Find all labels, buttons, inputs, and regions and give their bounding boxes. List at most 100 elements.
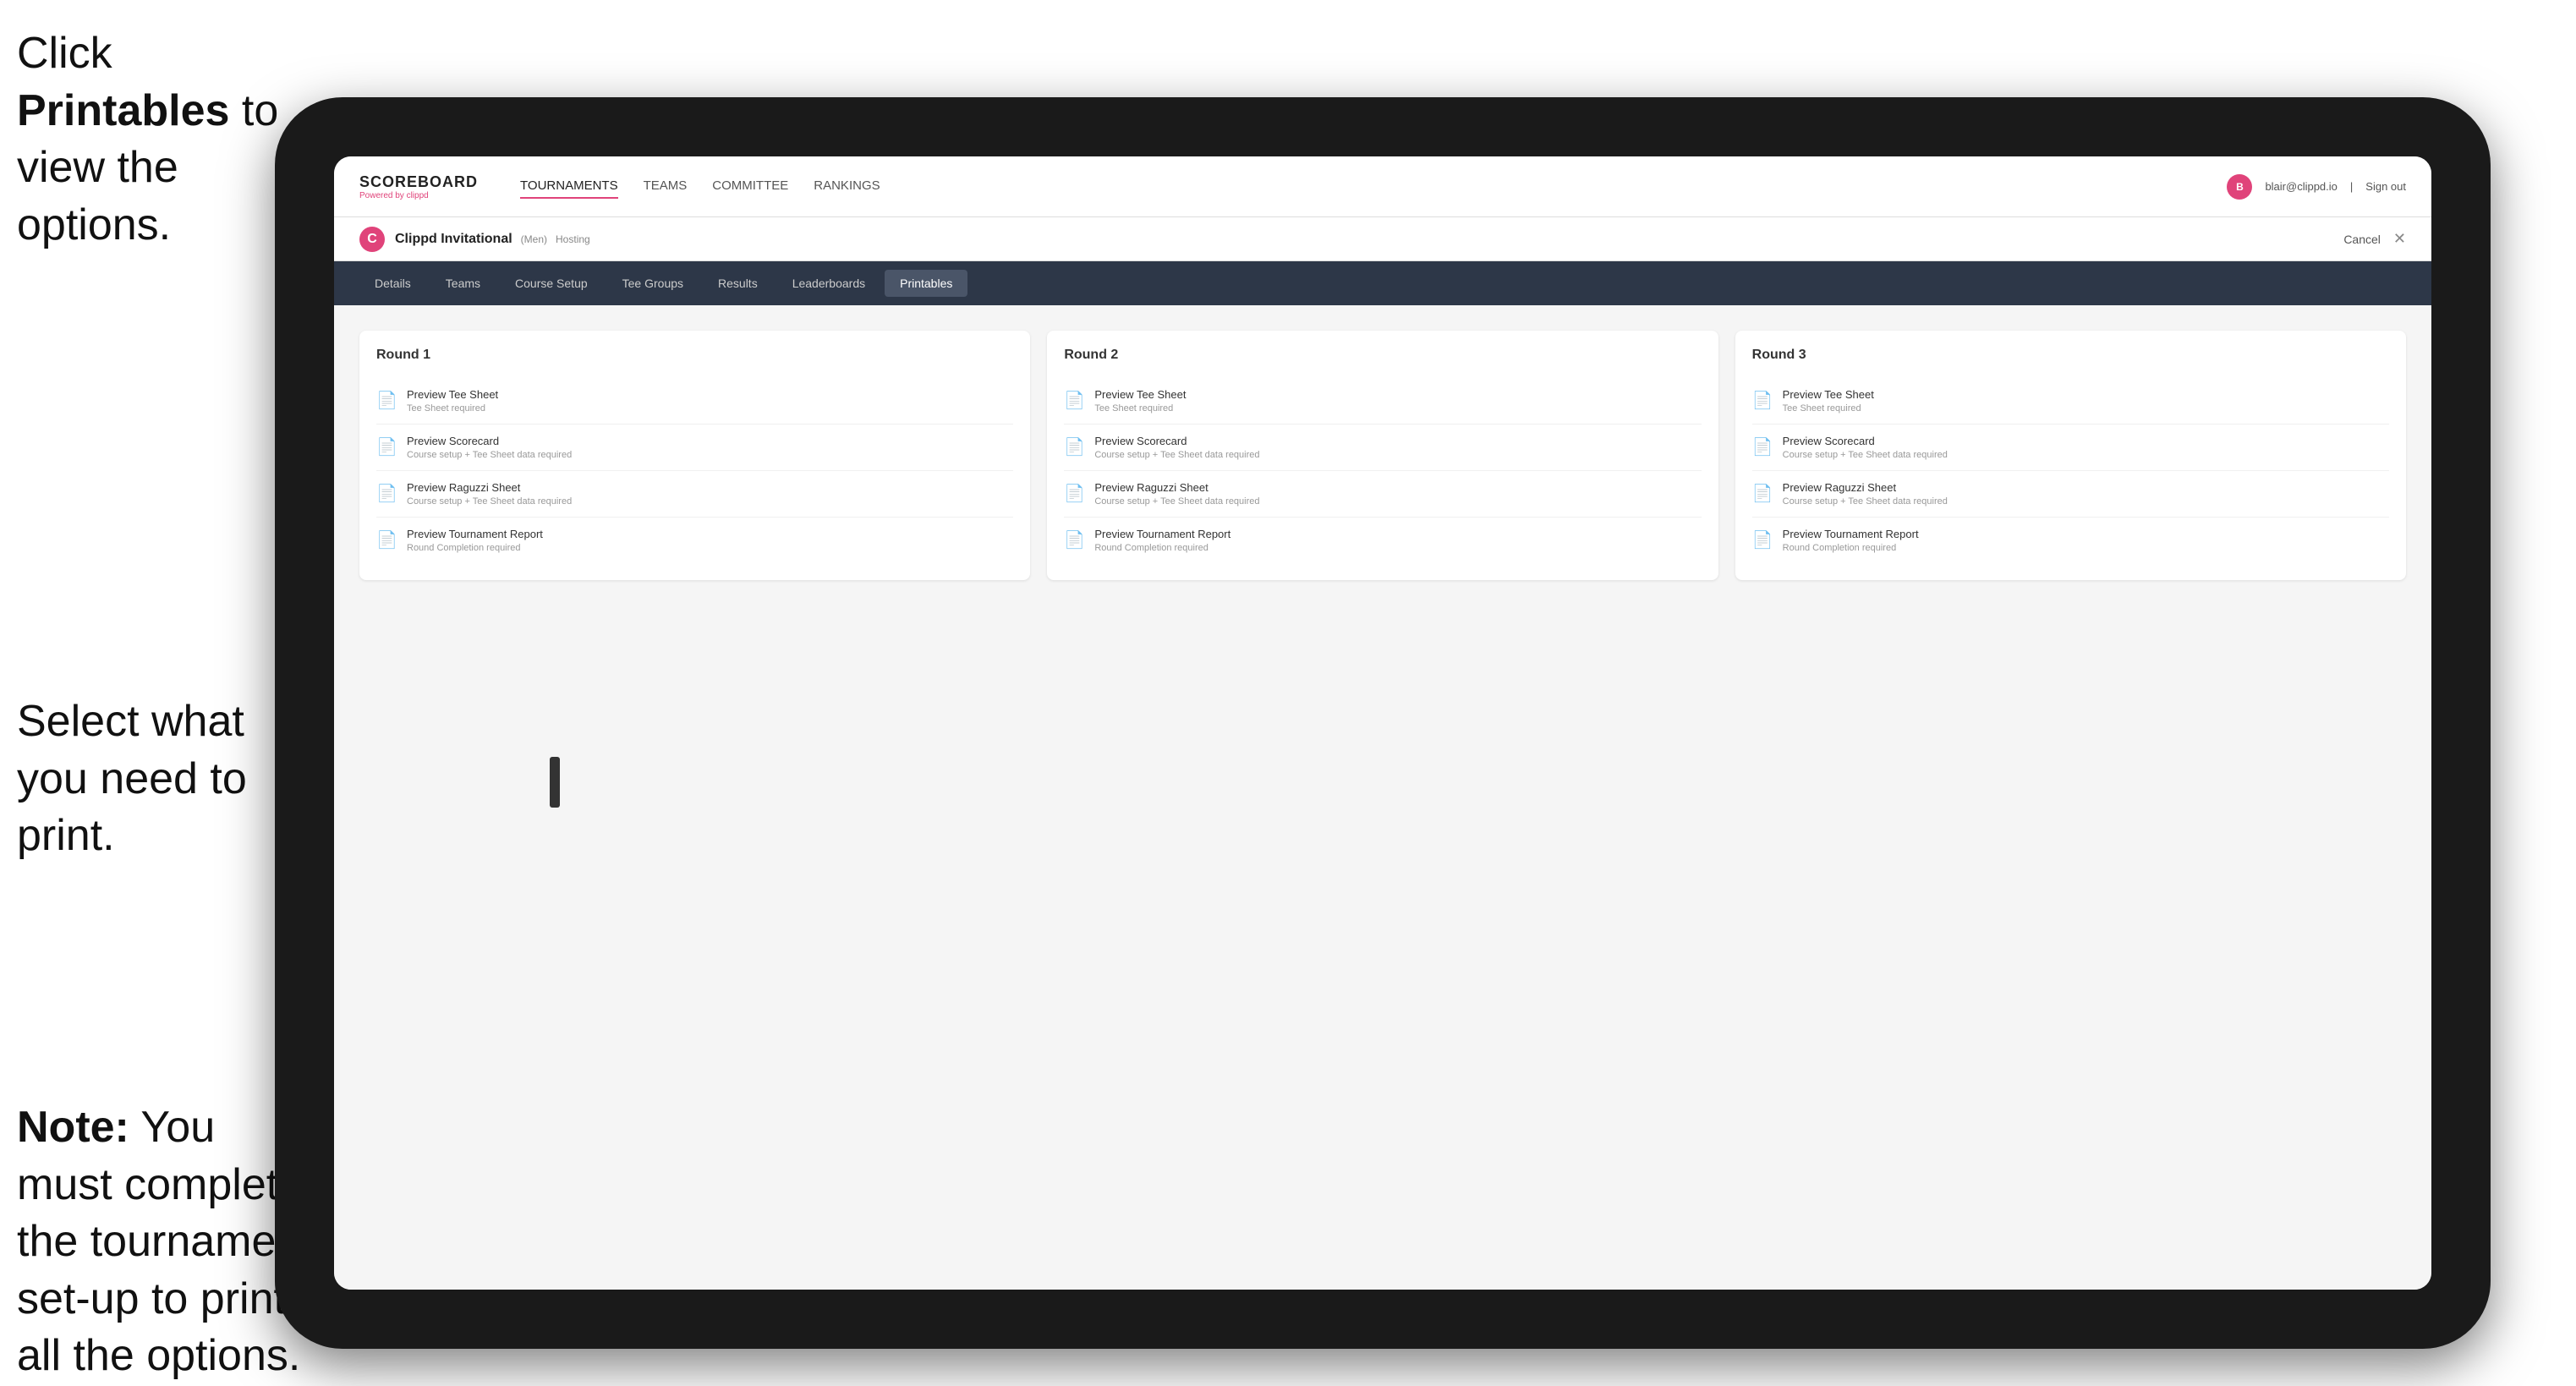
side-button — [550, 757, 560, 808]
tee-sheet-icon: 📄 — [376, 390, 397, 414]
tournament-name: Clippd Invitational — [395, 232, 512, 247]
top-nav: SCOREBOARD Powered by clippd TOURNAMENTS… — [334, 156, 2431, 217]
nav-item-teams[interactable]: TEAMS — [644, 174, 688, 199]
tournament-status: Hosting — [556, 233, 590, 245]
tournament-report-3-icon: 📄 — [1752, 529, 1773, 553]
round-3-tee-sheet[interactable]: 📄 Preview Tee Sheet Tee Sheet required — [1752, 378, 2389, 425]
round-3-scorecard-subtitle: Course setup + Tee Sheet data required — [1783, 450, 1948, 460]
cancel-button[interactable]: Cancel — [2343, 233, 2381, 246]
round-3-raguzzi[interactable]: 📄 Preview Raguzzi Sheet Course setup + T… — [1752, 471, 2389, 518]
instruction-middle: Select what you need to print. — [17, 693, 304, 865]
round-3-scorecard-title: Preview Scorecard — [1783, 435, 1948, 447]
tab-tee-groups[interactable]: Tee Groups — [607, 270, 699, 297]
round-3-tee-sheet-text: Preview Tee Sheet Tee Sheet required — [1783, 388, 1874, 414]
scorecard-3-icon: 📄 — [1752, 436, 1773, 460]
raguzzi-2-icon: 📄 — [1064, 483, 1084, 507]
round-3-tee-sheet-title: Preview Tee Sheet — [1783, 388, 1874, 401]
round-2-tee-sheet-title: Preview Tee Sheet — [1094, 388, 1186, 401]
tournament-meta: (Men) — [521, 233, 547, 245]
round-3-tournament-report[interactable]: 📄 Preview Tournament Report Round Comple… — [1752, 518, 2389, 563]
round-3-section: Round 3 📄 Preview Tee Sheet Tee Sheet re… — [1735, 331, 2406, 580]
instruction-note-bold: Note: — [17, 1103, 129, 1152]
tab-results[interactable]: Results — [703, 270, 773, 297]
tee-sheet-2-icon: 📄 — [1064, 390, 1084, 414]
round-2-scorecard[interactable]: 📄 Preview Scorecard Course setup + Tee S… — [1064, 425, 1701, 471]
round-1-section: Round 1 📄 Preview Tee Sheet Tee Sheet re… — [359, 331, 1030, 580]
round-1-tee-sheet[interactable]: 📄 Preview Tee Sheet Tee Sheet required — [376, 378, 1013, 425]
round-1-report-title: Preview Tournament Report — [407, 528, 543, 540]
round-1-raguzzi-title: Preview Raguzzi Sheet — [407, 481, 572, 494]
round-1-tee-sheet-title: Preview Tee Sheet — [407, 388, 498, 401]
instruction-bold: Printables — [17, 86, 229, 135]
round-3-title: Round 3 — [1752, 348, 2389, 363]
round-2-raguzzi[interactable]: 📄 Preview Raguzzi Sheet Course setup + T… — [1064, 471, 1701, 518]
round-2-scorecard-title: Preview Scorecard — [1094, 435, 1259, 447]
content-area: Round 1 📄 Preview Tee Sheet Tee Sheet re… — [334, 305, 2431, 1290]
tab-course-setup[interactable]: Course Setup — [500, 270, 603, 297]
tab-printables[interactable]: Printables — [885, 270, 967, 297]
round-1-raguzzi-subtitle: Course setup + Tee Sheet data required — [407, 496, 572, 507]
sub-header: C Clippd Invitational (Men) Hosting Canc… — [334, 217, 2431, 261]
round-2-raguzzi-text: Preview Raguzzi Sheet Course setup + Tee… — [1094, 481, 1259, 507]
sub-header-actions: Cancel ✕ — [2343, 230, 2406, 248]
tablet-frame: SCOREBOARD Powered by clippd TOURNAMENTS… — [275, 97, 2491, 1349]
round-2-report-text: Preview Tournament Report Round Completi… — [1094, 528, 1230, 553]
round-3-scorecard-text: Preview Scorecard Course setup + Tee She… — [1783, 435, 1948, 460]
round-1-tee-sheet-text: Preview Tee Sheet Tee Sheet required — [407, 388, 498, 414]
round-2-report-subtitle: Round Completion required — [1094, 543, 1230, 553]
main-nav: TOURNAMENTS TEAMS COMMITTEE RANKINGS — [520, 174, 2227, 199]
logo-scoreboard: SCOREBOARD — [359, 173, 478, 191]
round-3-raguzzi-title: Preview Raguzzi Sheet — [1783, 481, 1948, 494]
round-1-tournament-report[interactable]: 📄 Preview Tournament Report Round Comple… — [376, 518, 1013, 563]
instruction-top-text: Click — [17, 29, 112, 78]
tablet-screen: SCOREBOARD Powered by clippd TOURNAMENTS… — [334, 156, 2431, 1290]
raguzzi-3-icon: 📄 — [1752, 483, 1773, 507]
round-3-report-text: Preview Tournament Report Round Completi… — [1783, 528, 1919, 553]
round-1-scorecard-title: Preview Scorecard — [407, 435, 572, 447]
tab-teams[interactable]: Teams — [430, 270, 496, 297]
round-3-raguzzi-text: Preview Raguzzi Sheet Course setup + Tee… — [1783, 481, 1948, 507]
tab-details[interactable]: Details — [359, 270, 426, 297]
sign-out-button[interactable]: Sign out — [2365, 180, 2406, 193]
nav-item-tournaments[interactable]: TOURNAMENTS — [520, 174, 618, 199]
round-1-report-text: Preview Tournament Report Round Completi… — [407, 528, 543, 553]
scorecard-icon: 📄 — [376, 436, 397, 460]
round-1-raguzzi[interactable]: 📄 Preview Raguzzi Sheet Course setup + T… — [376, 471, 1013, 518]
close-icon[interactable]: ✕ — [2393, 230, 2406, 248]
round-1-scorecard-text: Preview Scorecard Course setup + Tee She… — [407, 435, 572, 460]
round-1-report-subtitle: Round Completion required — [407, 543, 543, 553]
round-2-raguzzi-subtitle: Course setup + Tee Sheet data required — [1094, 496, 1259, 507]
tab-leaderboards[interactable]: Leaderboards — [777, 270, 880, 297]
round-1-tee-sheet-subtitle: Tee Sheet required — [407, 403, 498, 414]
round-2-scorecard-subtitle: Course setup + Tee Sheet data required — [1094, 450, 1259, 460]
round-3-tee-sheet-subtitle: Tee Sheet required — [1783, 403, 1874, 414]
round-2-tee-sheet-subtitle: Tee Sheet required — [1094, 403, 1186, 414]
nav-item-rankings[interactable]: RANKINGS — [814, 174, 880, 199]
user-area: B blair@clippd.io | Sign out — [2227, 174, 2406, 200]
round-2-scorecard-text: Preview Scorecard Course setup + Tee She… — [1094, 435, 1259, 460]
round-2-report-title: Preview Tournament Report — [1094, 528, 1230, 540]
round-2-section: Round 2 📄 Preview Tee Sheet Tee Sheet re… — [1047, 331, 1718, 580]
logo-area: SCOREBOARD Powered by clippd — [359, 173, 478, 200]
tournament-report-2-icon: 📄 — [1064, 529, 1084, 553]
tournament-report-icon: 📄 — [376, 529, 397, 553]
tee-sheet-3-icon: 📄 — [1752, 390, 1773, 414]
round-3-scorecard[interactable]: 📄 Preview Scorecard Course setup + Tee S… — [1752, 425, 2389, 471]
avatar: B — [2227, 174, 2252, 200]
round-1-title: Round 1 — [376, 348, 1013, 363]
tab-bar: Details Teams Course Setup Tee Groups Re… — [334, 261, 2431, 305]
round-3-report-title: Preview Tournament Report — [1783, 528, 1919, 540]
round-2-title: Round 2 — [1064, 348, 1701, 363]
instruction-middle-text: Select what you need to print. — [17, 697, 247, 860]
round-1-scorecard[interactable]: 📄 Preview Scorecard Course setup + Tee S… — [376, 425, 1013, 471]
round-2-tee-sheet[interactable]: 📄 Preview Tee Sheet Tee Sheet required — [1064, 378, 1701, 425]
round-1-scorecard-subtitle: Course setup + Tee Sheet data required — [407, 450, 572, 460]
sign-out-link[interactable]: | — [2350, 180, 2353, 193]
nav-item-committee[interactable]: COMMITTEE — [712, 174, 788, 199]
rounds-container: Round 1 📄 Preview Tee Sheet Tee Sheet re… — [359, 331, 2406, 580]
round-1-raguzzi-text: Preview Raguzzi Sheet Course setup + Tee… — [407, 481, 572, 507]
instruction-top: Click Printables to view the options. — [17, 25, 288, 254]
tournament-logo-icon: C — [359, 227, 385, 252]
round-2-tournament-report[interactable]: 📄 Preview Tournament Report Round Comple… — [1064, 518, 1701, 563]
round-2-raguzzi-title: Preview Raguzzi Sheet — [1094, 481, 1259, 494]
